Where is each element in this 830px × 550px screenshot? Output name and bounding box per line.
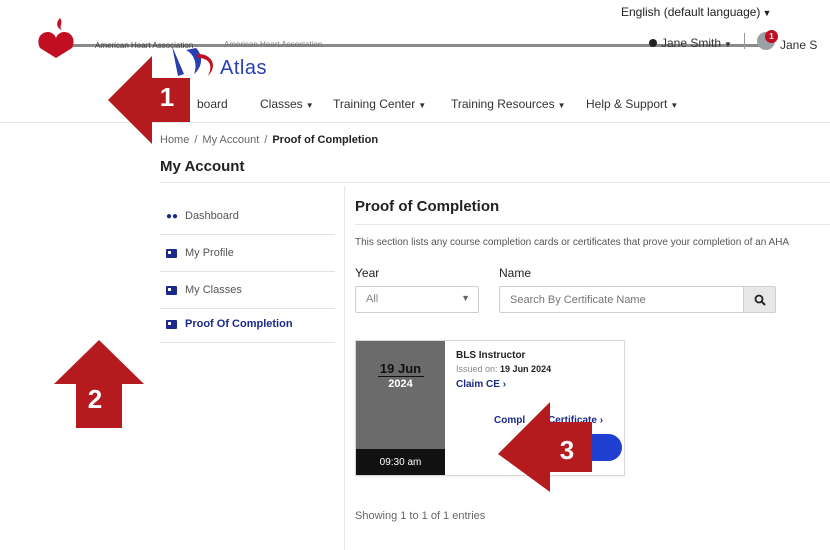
date-underline (378, 376, 424, 377)
sidebar-item-dashboard[interactable]: ●● Dashboard (160, 198, 335, 235)
certificate-issued: Issued on: 19 Jun 2024 (456, 364, 551, 374)
breadcrumb-account[interactable]: My Account (202, 134, 259, 146)
chevron-down-icon: ▼ (305, 101, 314, 110)
nav-training-center[interactable]: Training Center ▼ (333, 97, 426, 111)
issued-date: 19 Jun 2024 (500, 364, 552, 374)
user-name: Jane Smith (661, 36, 722, 50)
annotation-badge-2: 2 (78, 382, 112, 416)
certificate-name: BLS Instructor (456, 350, 526, 361)
nav-classes-label: Classes (260, 97, 303, 111)
nav-dashboard-label: board (197, 97, 228, 111)
nav-dashboard[interactable]: board (197, 97, 228, 111)
notification-badge: 1 (765, 30, 778, 43)
chevron-right-icon: › (599, 415, 604, 426)
claim-ce-label: Claim CE (456, 379, 500, 390)
annotation-badge-1: 1 (150, 80, 184, 114)
user-menu[interactable]: Jane Smith ▼ (649, 36, 732, 50)
language-label: English (default language) (621, 5, 761, 19)
nav-training-center-label: Training Center (333, 97, 416, 111)
issued-label: Issued on: (456, 364, 498, 374)
sidebar-item-my-classes[interactable]: My Classes (160, 272, 335, 309)
sidebar-item-label: Proof Of Completion (185, 318, 293, 330)
year-label: Year (355, 266, 380, 280)
section-title: Proof of Completion (355, 198, 500, 215)
certificate-date-panel (356, 341, 445, 449)
chevron-down-icon: ▼ (461, 293, 470, 303)
nav-help-support-label: Help & Support (586, 97, 668, 111)
certificate-search-input[interactable] (499, 286, 743, 313)
chevron-right-icon: › (502, 379, 507, 390)
claim-ce-link[interactable]: Claim CE › (456, 379, 506, 390)
section-divider (355, 224, 830, 225)
sidebar-item-proof-of-completion[interactable]: Proof Of Completion (160, 306, 335, 343)
title-divider (160, 182, 830, 183)
section-description: This section lists any course completion… (355, 237, 790, 248)
sidebar-item-label: My Classes (185, 284, 242, 296)
nav-training-resources[interactable]: Training Resources ▼ (451, 97, 566, 111)
id-card-icon (166, 319, 177, 329)
org-name-overlay: American Heart Association (224, 40, 323, 49)
sidebar-item-label: Dashboard (185, 210, 239, 222)
chevron-down-icon: ▼ (670, 101, 679, 110)
year-select[interactable]: All ▼ (355, 286, 479, 313)
certificate-year: 2024 (388, 378, 413, 390)
user-icon (649, 39, 657, 47)
language-selector[interactable]: English (default language) ▼ (621, 5, 771, 19)
nav-help-support[interactable]: Help & Support ▼ (586, 97, 678, 111)
certificate-day: 19 Jun (379, 361, 422, 376)
sidebar-item-my-profile[interactable]: My Profile (160, 235, 335, 272)
chevron-down-icon: ▼ (557, 101, 566, 110)
chevron-down-icon: ▼ (762, 8, 772, 18)
search-icon (754, 294, 766, 306)
breadcrumb: Home / My Account / Proof of Completion (160, 134, 379, 146)
user-name-overlay: Jane S (780, 38, 818, 52)
annotation-badge-3: 3 (549, 432, 585, 468)
breadcrumb-current: Proof of Completion (272, 134, 379, 146)
page-title: My Account (160, 158, 245, 175)
sidebar-divider (344, 186, 345, 550)
id-card-icon (166, 285, 177, 295)
sidebar-item-label: My Profile (185, 247, 234, 259)
chevron-down-icon: ▼ (418, 101, 427, 110)
header-separator (744, 33, 745, 49)
nav-classes[interactable]: Classes ▼ (260, 97, 314, 111)
app-name: Atlas (220, 57, 267, 79)
year-select-value: All (366, 293, 379, 305)
chevron-down-icon: ▼ (724, 40, 732, 49)
nav-training-resources-label: Training Resources (451, 97, 555, 111)
entries-info: Showing 1 to 1 of 1 entries (355, 510, 486, 522)
id-card-icon (166, 248, 177, 258)
search-button[interactable] (743, 286, 776, 313)
aha-heart-torch-logo (38, 18, 74, 58)
people-icon: ●● (166, 210, 179, 222)
certificate-time: 09:30 am (356, 449, 445, 475)
name-label: Name (499, 266, 532, 280)
